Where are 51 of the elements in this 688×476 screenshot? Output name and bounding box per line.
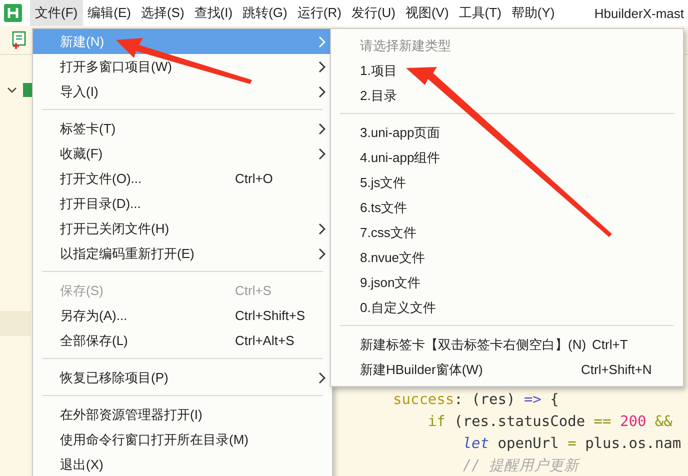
menu-item[interactable]: 4.uni-app组件 xyxy=(331,145,683,170)
menu-item[interactable]: 全部保存(L) Ctrl+Alt+S xyxy=(33,328,332,353)
menu-item[interactable]: 导入(I) xyxy=(33,79,332,104)
window-title: HbuilderX-mast xyxy=(594,6,684,20)
menu-item[interactable]: 恢复已移除项目(P) xyxy=(33,365,332,390)
menu-item[interactable]: 另存为(A)... Ctrl+Shift+S xyxy=(33,303,332,328)
menu-header: 请选择新建类型 xyxy=(359,37,452,55)
menu-bar-item[interactable]: 工具(T) xyxy=(454,0,506,26)
menu-item[interactable]: 3.uni-app页面 xyxy=(331,120,683,145)
code-line: success: (res) => { xyxy=(393,391,560,410)
menu-bar-item[interactable]: 文件(F) xyxy=(30,0,83,26)
menu-item[interactable]: 8.nvue文件 xyxy=(331,245,683,270)
menu-item[interactable]: 在外部资源管理器打开(I) xyxy=(33,402,332,427)
menu-bar-item[interactable]: 运行(R) xyxy=(292,0,346,26)
shortcut-label: Ctrl+T xyxy=(592,337,629,352)
menu-item[interactable]: 1.项目 xyxy=(331,58,683,83)
menu-item[interactable]: 打开已关闭文件(H) xyxy=(33,216,332,241)
menu-bar-item[interactable]: 选择(S) xyxy=(136,0,190,26)
chevron-down-icon[interactable] xyxy=(7,85,17,95)
menu-item[interactable]: 打开目录(D)... xyxy=(33,191,332,216)
menu-item[interactable]: 收藏(F) xyxy=(33,141,332,166)
menu-item[interactable]: 0.自定义文件 xyxy=(331,295,683,320)
shortcut-label: Ctrl+Alt+S xyxy=(235,333,296,348)
shortcut-label: Ctrl+S xyxy=(235,283,272,298)
menu-item[interactable]: 6.ts文件 xyxy=(331,195,683,220)
menu-item[interactable]: 以指定编码重新打开(E) xyxy=(33,241,332,266)
menu-item[interactable]: 打开文件(O)... Ctrl+O xyxy=(33,166,332,191)
menu-item[interactable]: 7.css文件 xyxy=(331,220,683,245)
menu-bar-item[interactable]: 查找(I) xyxy=(189,0,238,26)
menu-item[interactable]: 新建标签卡【双击标签卡右侧空白】(N) Ctrl+T xyxy=(331,332,683,357)
shortcut-label: Ctrl+Shift+N xyxy=(581,362,653,377)
shortcut-label: Ctrl+Shift+S xyxy=(235,308,306,323)
menu-item[interactable]: 2.目录 xyxy=(331,83,683,108)
new-file-icon[interactable] xyxy=(12,31,28,49)
menu-item[interactable]: 9.json文件 xyxy=(331,270,683,295)
menu-item[interactable]: 标签卡(T) xyxy=(33,116,332,141)
app-logo-icon xyxy=(4,4,22,22)
menu-bar-item[interactable]: 编辑(E) xyxy=(82,0,136,26)
code-comment: // 提醒用户更新 xyxy=(462,456,582,476)
menu-item[interactable]: 打开多窗口项目(W) xyxy=(33,54,332,79)
menu-item[interactable]: 5.js文件 xyxy=(331,170,683,195)
menu-item[interactable]: 新建HBuilder窗体(W) Ctrl+Shift+N xyxy=(331,357,683,382)
menu-bar-item[interactable]: 发行(U) xyxy=(346,0,400,26)
code-line: let openUrl = plus.os.nam xyxy=(462,435,682,454)
menu-bar-item[interactable]: 帮助(Y) xyxy=(506,0,560,26)
code-line: if (res.statusCode == 200 && xyxy=(426,413,674,432)
menu-bar-item[interactable]: 视图(V) xyxy=(400,0,454,26)
menu-bar-item[interactable]: 跳转(G) xyxy=(238,0,292,26)
menu-item[interactable]: 使用命令行窗口打开所在目录(M) xyxy=(33,427,332,452)
shortcut-label: Ctrl+O xyxy=(235,171,274,186)
menu-item[interactable]: 退出(X) xyxy=(33,452,332,476)
